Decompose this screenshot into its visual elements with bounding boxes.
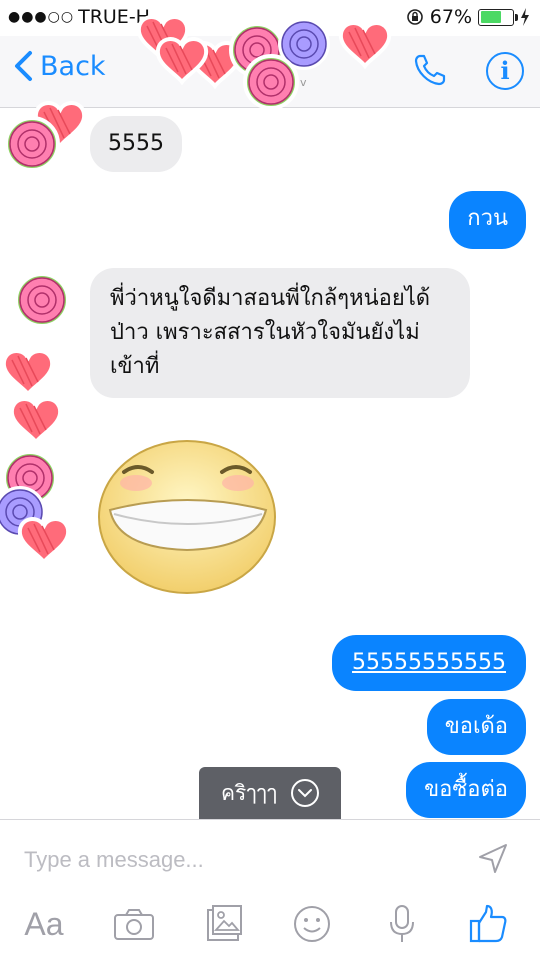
thumbs-up-icon[interactable] [464,900,512,948]
text-format-icon[interactable]: Aa [20,900,68,948]
grinning-face-sticker[interactable] [96,438,278,596]
message-bubble-incoming[interactable]: พี่ว่าหนูใจดีมาสอนพี่ใกล้ๆหน่อยได้ป่าว เ… [90,268,470,398]
message-composer: Aa [0,819,540,960]
message-bubble-incoming[interactable]: 5555 [90,116,182,172]
emoji-icon[interactable] [288,900,336,948]
message-bubble-outgoing[interactable]: กวน [449,191,526,249]
message-bubble-outgoing[interactable]: ขอซื้อต่อ [406,762,526,818]
camera-icon[interactable] [110,900,158,948]
microphone-icon[interactable] [378,900,426,948]
chevron-down-icon [291,779,320,807]
message-input[interactable] [24,840,464,880]
photo-icon[interactable] [200,900,248,948]
message-bubble-outgoing[interactable]: ขอเด้อ [426,699,526,755]
messenger-screen: ●●●○○ TRUE-H 67% Back v i 5555 กวน พี่ว่… [0,0,540,960]
new-message-label: คริๅๅๅ [220,780,278,805]
send-icon[interactable] [476,842,510,876]
message-bubble-outgoing[interactable]: 55555555555 [332,635,526,691]
new-message-indicator[interactable]: คริๅๅๅ [199,767,341,819]
composer-toolbar: Aa [0,900,540,952]
